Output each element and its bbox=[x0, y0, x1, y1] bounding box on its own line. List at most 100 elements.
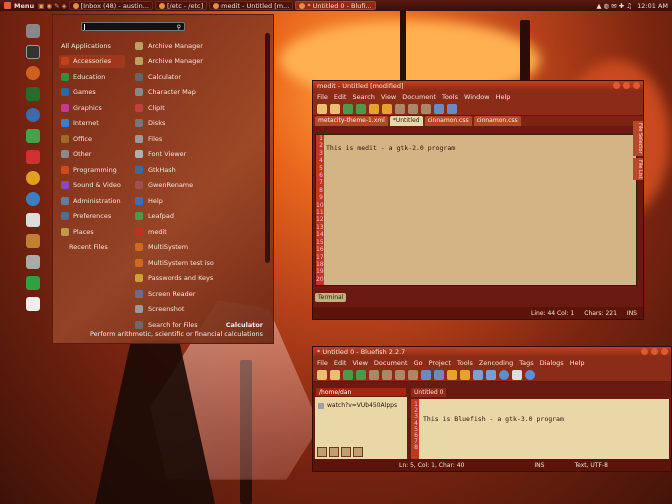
maximize-icon[interactable] bbox=[623, 82, 630, 89]
copy-icon[interactable] bbox=[395, 369, 405, 380]
menu-item[interactable]: Zencoding bbox=[479, 359, 513, 367]
save-as-icon[interactable] bbox=[356, 103, 366, 114]
tab[interactable]: cinnamon.css bbox=[424, 116, 472, 126]
outdent-icon[interactable] bbox=[486, 369, 496, 380]
app-item[interactable]: Disks bbox=[135, 117, 255, 130]
category-item[interactable]: Recent Files bbox=[59, 241, 125, 254]
settings-icon[interactable] bbox=[26, 66, 40, 80]
monitor-icon[interactable] bbox=[26, 87, 40, 101]
close-icon[interactable] bbox=[661, 348, 668, 355]
app-item[interactable]: Passwords and Keys bbox=[135, 272, 255, 285]
app-item[interactable]: Leafpad bbox=[135, 210, 255, 223]
folder-icon[interactable] bbox=[317, 447, 327, 457]
app-item[interactable]: Screenshot bbox=[135, 303, 255, 316]
grid-icon[interactable] bbox=[26, 234, 40, 248]
side-panel-tab[interactable]: File List bbox=[633, 157, 643, 181]
display-icon[interactable] bbox=[26, 255, 40, 269]
menu-item[interactable]: Edit bbox=[334, 93, 347, 101]
device-icon[interactable] bbox=[26, 297, 40, 311]
cut-icon[interactable] bbox=[395, 103, 405, 114]
clock[interactable]: 12:01 AM bbox=[637, 2, 668, 10]
terminal-icon[interactable] bbox=[26, 45, 40, 59]
find-icon[interactable] bbox=[421, 369, 431, 380]
app-item[interactable]: Calculator bbox=[135, 70, 255, 83]
menu-item[interactable]: File bbox=[317, 93, 328, 101]
menu-item[interactable]: Edit bbox=[334, 359, 347, 367]
save-icon[interactable] bbox=[343, 369, 353, 380]
category-item[interactable]: Other bbox=[59, 148, 125, 161]
menu-item[interactable]: View bbox=[352, 359, 367, 367]
cut-icon[interactable] bbox=[382, 369, 392, 380]
undo-icon[interactable] bbox=[447, 369, 457, 380]
menu-item[interactable]: Help bbox=[570, 359, 585, 367]
app-item[interactable]: Help bbox=[135, 194, 255, 207]
taskbar-item[interactable]: [/etc - /etc] bbox=[154, 1, 208, 10]
launcher-icons[interactable]: ▣ ◉ ✎ ◈ bbox=[38, 2, 66, 10]
category-item[interactable]: Accessories bbox=[59, 54, 125, 68]
close-icon[interactable] bbox=[633, 82, 640, 89]
copy-icon[interactable] bbox=[408, 103, 418, 114]
bookmark-icon[interactable] bbox=[329, 447, 339, 457]
redo-icon[interactable] bbox=[382, 103, 392, 114]
bluefish-editor[interactable]: 12345678 This is Bluefish - a gtk-3.0 pr… bbox=[411, 399, 669, 459]
exit-icon[interactable] bbox=[26, 276, 40, 290]
menu-item[interactable]: Document bbox=[402, 93, 436, 101]
browser-preview-icon[interactable] bbox=[499, 369, 509, 380]
browser-icon[interactable] bbox=[26, 108, 40, 122]
category-item[interactable]: Graphics bbox=[59, 101, 125, 114]
app-item[interactable]: Character Map bbox=[135, 86, 255, 99]
category-item[interactable]: Preferences bbox=[59, 210, 125, 223]
charmap-icon[interactable] bbox=[353, 447, 363, 457]
close-doc-icon[interactable] bbox=[369, 369, 379, 380]
tray-icons[interactable]: ▲ ◍ ✉ ✚ ♫ bbox=[596, 2, 632, 10]
menu-item[interactable]: Project bbox=[429, 359, 451, 367]
open-icon[interactable] bbox=[330, 103, 340, 114]
medit-editor[interactable]: 1 2 3 4 5 6 7 8 9 10 11 12 13 14 15 16 17 18 19 20 This is … bbox=[315, 134, 637, 286]
category-item[interactable]: Internet bbox=[59, 117, 125, 130]
category-item[interactable]: Administration bbox=[59, 194, 125, 207]
minimize-icon[interactable] bbox=[613, 82, 620, 89]
category-item[interactable]: Games bbox=[59, 86, 125, 99]
medit-titlebar[interactable]: medit - Untitled [modified] bbox=[313, 81, 643, 91]
tab[interactable]: cinnamon.css bbox=[473, 116, 521, 126]
category-item[interactable]: Education bbox=[59, 70, 125, 83]
tools-icon[interactable] bbox=[447, 103, 457, 114]
app-item[interactable]: Archive Manager bbox=[135, 39, 255, 52]
menu-search-input[interactable]: ⚲ bbox=[81, 22, 185, 31]
save-icon[interactable] bbox=[343, 103, 353, 114]
taskbar-item[interactable]: [Inbox (48) - austin... bbox=[68, 1, 153, 10]
settings-icon[interactable] bbox=[525, 369, 535, 380]
chrome-icon[interactable] bbox=[26, 171, 40, 185]
menu-button[interactable]: Menu bbox=[0, 2, 38, 10]
new-icon[interactable] bbox=[317, 103, 327, 114]
snippet-icon[interactable] bbox=[341, 447, 351, 457]
menu-item[interactable]: Tools bbox=[457, 359, 473, 367]
path-selector[interactable]: /home/dan bbox=[315, 387, 407, 397]
app-item[interactable]: ClipIt bbox=[135, 101, 255, 114]
app-item[interactable]: Screen Reader bbox=[135, 287, 255, 300]
app-item[interactable]: Archive Manager bbox=[135, 55, 255, 68]
undo-icon[interactable] bbox=[369, 103, 379, 114]
web-icon[interactable] bbox=[26, 192, 40, 206]
category-item[interactable]: All Applications bbox=[59, 39, 125, 52]
menu-item[interactable]: Tags bbox=[519, 359, 533, 367]
app-item[interactable]: GtkHash bbox=[135, 163, 255, 176]
menu-item[interactable]: Search bbox=[352, 93, 374, 101]
app-icon[interactable] bbox=[26, 129, 40, 143]
open-icon[interactable] bbox=[330, 369, 340, 380]
app-item[interactable]: medit bbox=[135, 225, 255, 238]
app-item[interactable]: Font Viewer bbox=[135, 148, 255, 161]
category-item[interactable]: Places bbox=[59, 225, 125, 238]
app-item[interactable]: Files bbox=[135, 132, 255, 145]
terminal-tab[interactable]: Terminal bbox=[315, 293, 347, 302]
menu-scrollbar[interactable] bbox=[265, 33, 270, 263]
menu-item[interactable]: Help bbox=[496, 93, 511, 101]
fullscreen-icon[interactable] bbox=[512, 369, 522, 380]
menu-item[interactable]: Tools bbox=[442, 93, 458, 101]
app-item[interactable]: MultiSystem test iso bbox=[135, 256, 255, 269]
tab[interactable]: metacity-theme-1.xml bbox=[315, 116, 388, 126]
editor-icon[interactable] bbox=[26, 150, 40, 164]
menu-item[interactable]: Document bbox=[374, 359, 408, 367]
save-as-icon[interactable] bbox=[356, 369, 366, 380]
menu-item[interactable]: View bbox=[381, 93, 396, 101]
